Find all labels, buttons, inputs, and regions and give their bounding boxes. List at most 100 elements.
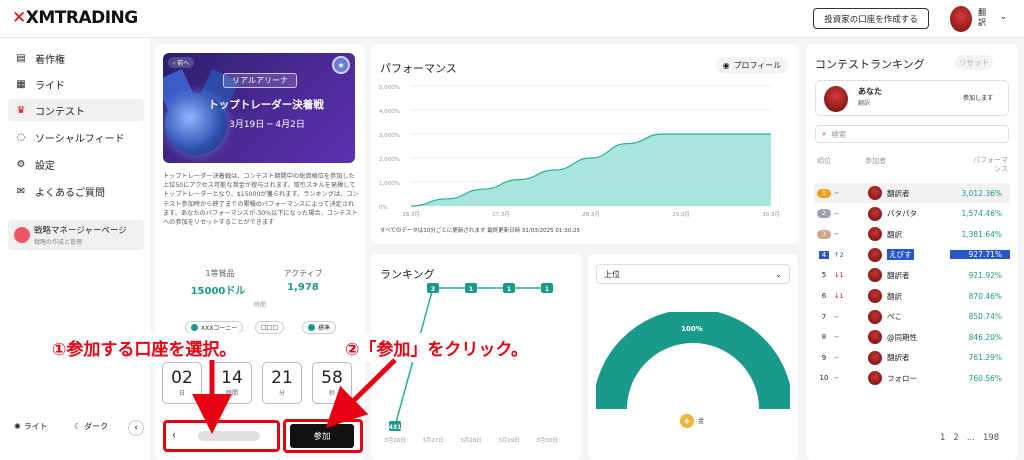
participant-performance: 760.56% bbox=[968, 373, 1002, 383]
collapse-sidebar-button[interactable]: ‹ bbox=[128, 420, 144, 436]
table-row[interactable]: 6 ↓1 翻訳 870.46% bbox=[814, 286, 1010, 306]
strategy-manager-link[interactable]: 戦略マネージャーページ 戦略の作成と管理 bbox=[8, 220, 144, 250]
create-investor-account-button[interactable]: 投資家の口座を作成する bbox=[813, 8, 929, 29]
participant-name: パタパタ bbox=[887, 209, 917, 219]
light-label: ライト bbox=[23, 422, 48, 431]
sidebar-item-5[interactable]: ✉ よくあるご質問 bbox=[8, 180, 144, 202]
table-row[interactable]: 2− パタパタ 1,574.46% bbox=[814, 204, 1010, 224]
table-row[interactable]: 5 ↓1 翻訳者 921.92% bbox=[814, 265, 1010, 285]
sidebar-item-4[interactable]: ⚙ 設定 bbox=[8, 153, 144, 175]
chevron-left-icon[interactable]: ‹ bbox=[172, 430, 176, 441]
account-chip-2[interactable]: □□□ bbox=[255, 321, 285, 334]
page-link[interactable]: 2 bbox=[953, 433, 958, 443]
table-row[interactable]: 4 ↑2 えびす 927.71% bbox=[814, 245, 1010, 265]
participant-performance: 3,012.36% bbox=[961, 188, 1002, 198]
logo-mark: ✕ bbox=[12, 8, 26, 28]
manager-title: 戦略マネージャーページ bbox=[34, 226, 127, 236]
rank-header: 順位 bbox=[817, 157, 831, 165]
table-row[interactable]: 9− 翻訳者 761.29% bbox=[814, 348, 1010, 368]
countdown-unit: 秒 bbox=[328, 390, 335, 397]
rank-position: 10 bbox=[814, 374, 834, 382]
rank-position: 4 bbox=[814, 250, 834, 259]
participant-name: 翻訳者 bbox=[887, 270, 910, 280]
table-row[interactable]: 3− 翻訳 1,381.64% bbox=[814, 224, 1010, 244]
participant-avatar bbox=[868, 330, 882, 345]
participant-avatar bbox=[868, 350, 882, 365]
medal-badge-icon: 3 bbox=[817, 229, 831, 239]
rank-change: ↓1 bbox=[834, 271, 844, 280]
account-scroll-bar[interactable] bbox=[198, 431, 260, 441]
feed-icon: ◌ bbox=[16, 131, 26, 143]
sidebar-item-label: よくあるご質問 bbox=[35, 187, 105, 199]
arena-label: リアルアリーナ bbox=[223, 73, 297, 88]
top-select[interactable]: 上位 ⌄ bbox=[596, 264, 790, 284]
x-tick-label: 27.3月 bbox=[492, 211, 510, 218]
page-link[interactable]: 1 bbox=[940, 433, 945, 443]
eye-icon: ◉ bbox=[722, 61, 730, 70]
logo-text: XMTRADING bbox=[25, 8, 139, 28]
table-row[interactable]: 7− ぺこ 850.74% bbox=[814, 307, 1010, 327]
bulb-icon: ✺ bbox=[14, 422, 21, 431]
light-theme-toggle[interactable]: ✺ ライト bbox=[14, 421, 48, 432]
account-selector[interactable]: ‹ bbox=[163, 420, 280, 452]
rank-change: − bbox=[834, 353, 840, 362]
rank-position: 2 bbox=[814, 209, 834, 219]
participant-avatar bbox=[868, 227, 882, 242]
table-row[interactable]: 10− フォロー 760.56% bbox=[814, 368, 1010, 388]
rank-point-label: 1 bbox=[545, 286, 549, 293]
page-link[interactable]: ... bbox=[967, 433, 975, 443]
sidebar-item-label: ソーシャルフィード bbox=[35, 133, 125, 145]
search-placeholder: 検索 bbox=[831, 129, 847, 139]
rank-number: 4 bbox=[818, 250, 830, 259]
back-button[interactable]: ‹ 前へ bbox=[168, 57, 195, 68]
chevron-down-icon: ⌄ bbox=[775, 269, 782, 279]
active-value: 1,978 bbox=[287, 282, 319, 293]
trophy-icon: ♛ bbox=[16, 104, 26, 116]
sidebar-item-3[interactable]: ◌ ソーシャルフィード bbox=[8, 126, 144, 148]
page-link[interactable]: 198 bbox=[983, 433, 999, 443]
prize-label: 1等賞品 bbox=[205, 269, 235, 278]
sidebar-item-2[interactable]: ♛ コンテスト bbox=[8, 99, 144, 121]
xm-logo[interactable]: ✕XMTRADING bbox=[12, 8, 138, 28]
my-avatar bbox=[824, 86, 848, 112]
prize-value: 15000ドル bbox=[190, 286, 246, 297]
performance-title: パフォーマンス bbox=[380, 62, 457, 75]
y-tick-label: 3,000% bbox=[379, 133, 400, 139]
join-button[interactable]: 参加 bbox=[290, 424, 354, 448]
dark-label: ダーク bbox=[84, 422, 109, 431]
rank-point-label: 3 bbox=[431, 286, 435, 293]
countdown-unit: 日 bbox=[178, 390, 185, 397]
chevron-down-icon[interactable]: ⌄ bbox=[1000, 12, 1007, 21]
dark-theme-toggle[interactable]: ☾ ダーク bbox=[74, 421, 108, 432]
participant-performance: 870.46% bbox=[968, 291, 1002, 301]
x-tick-label: 28.3月 bbox=[582, 211, 600, 218]
rank-number: 8 bbox=[821, 333, 827, 342]
search-input[interactable]: ⌕ 検索 bbox=[815, 125, 1009, 143]
participant-avatar bbox=[868, 186, 882, 200]
rank-number: 9 bbox=[821, 353, 827, 362]
participant-name: 翻訳者 bbox=[887, 188, 910, 198]
reset-button[interactable]: リセット bbox=[955, 55, 993, 70]
y-tick-label: 2,000% bbox=[379, 157, 400, 163]
annotation-select-account: ①参加する口座を選択。 bbox=[48, 333, 241, 362]
chip-dot bbox=[308, 324, 315, 331]
x-tick-label: 3月29日 bbox=[498, 437, 520, 444]
contest-description: トップトレーダー決着戦は、コンテスト期間中の総資格位を参加した上位50にアクセス… bbox=[163, 173, 359, 227]
chip-dot bbox=[191, 324, 198, 331]
sidebar-item-0[interactable]: ▤ 着作権 bbox=[8, 47, 144, 69]
gauge-percent: 100% bbox=[681, 325, 703, 333]
participant-avatar bbox=[868, 268, 882, 283]
user-avatar[interactable] bbox=[950, 6, 972, 32]
rank-change: ↑2 bbox=[834, 250, 844, 259]
manager-subtitle: 戦略の作成と管理 bbox=[34, 239, 83, 246]
rank-point-label: 431 bbox=[389, 424, 402, 431]
account-chip-standard[interactable]: 標準 bbox=[302, 321, 337, 334]
my-entry: あなた 翻訳 参加します bbox=[815, 80, 1009, 116]
table-row[interactable]: 8− @同期性 846.20% bbox=[814, 327, 1010, 347]
countdown-value: 58 bbox=[321, 368, 343, 388]
sidebar-item-1[interactable]: ▦ ライド bbox=[8, 73, 144, 95]
top-select-value: 上位 bbox=[604, 269, 620, 279]
profile-button[interactable]: ◉ プロフィール bbox=[716, 57, 788, 74]
user-menu[interactable]: 翻訳 bbox=[978, 8, 986, 28]
table-row[interactable]: 1− 翻訳者 3,012.36% bbox=[814, 183, 1010, 203]
